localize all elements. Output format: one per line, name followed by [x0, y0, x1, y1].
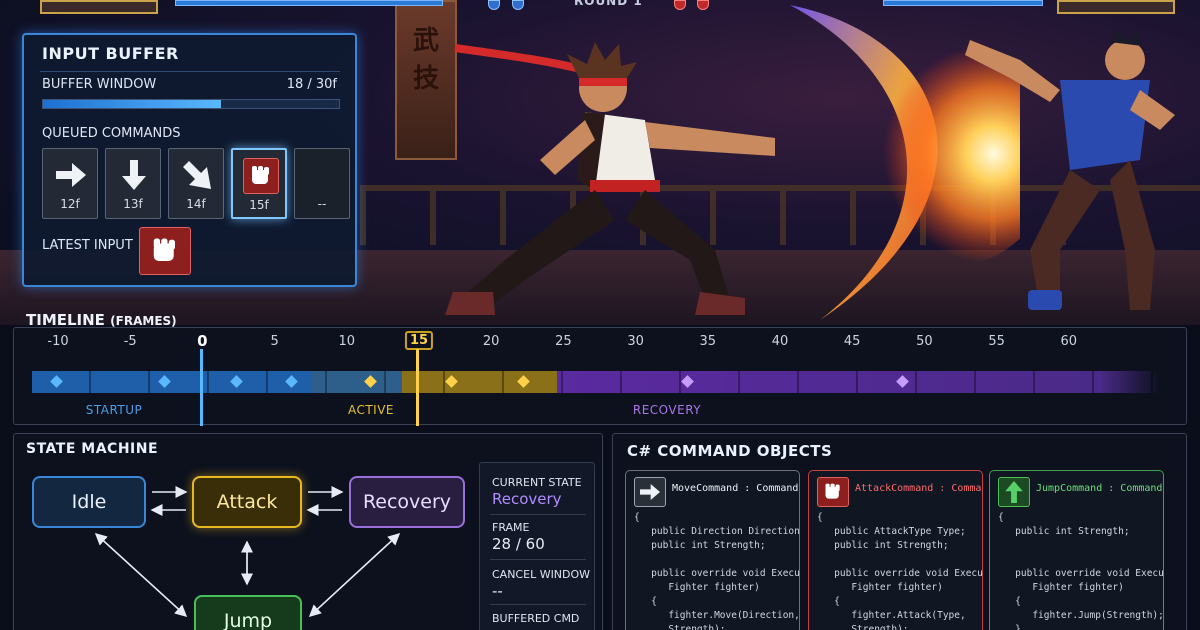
frame-zero-marker: [200, 349, 203, 426]
opponent-round-indicator: [674, 0, 686, 10]
state-info-box: CURRENT STATE Recovery FRAME 28 / 60 CAN…: [479, 462, 595, 630]
latest-input-label: LATEST INPUT: [42, 238, 133, 253]
divider: [490, 604, 586, 605]
timeline-tick: 55: [988, 334, 1005, 349]
command-code: { public int Strength; public override v…: [998, 512, 1164, 630]
queued-command-slot[interactable]: 12f: [42, 148, 98, 219]
current-frame-marker[interactable]: [416, 349, 419, 426]
state-jump[interactable]: Jump: [194, 595, 302, 630]
punch-icon: [817, 477, 849, 507]
state-idle[interactable]: Idle: [32, 476, 146, 528]
phase-label-startup: STARTUP: [85, 403, 143, 417]
divider: [490, 514, 586, 515]
player-fighter: [445, 42, 775, 315]
cancel-window-label: CANCEL WINDOW: [492, 568, 591, 581]
command-frame: 12f: [60, 197, 80, 211]
timeline-tick: -5: [123, 334, 137, 349]
timeline-tick: 60: [1060, 334, 1078, 349]
command-frame: --: [317, 197, 327, 211]
timeline-tick: 35: [699, 334, 717, 349]
punch-icon: [243, 158, 279, 194]
state-attack[interactable]: Attack: [192, 476, 302, 528]
timeline-title: TIMELINE (FRAMES): [26, 311, 177, 329]
buffer-window-fill: [43, 100, 221, 108]
timeline-tick: 5: [270, 334, 279, 349]
frame-label: FRAME: [492, 521, 530, 534]
command-objects-title: C# COMMAND OBJECTS: [627, 442, 833, 460]
timeline-tick: 20: [482, 334, 500, 349]
timeline-tick: 40: [771, 334, 789, 349]
player-round-indicator: [488, 0, 500, 10]
timeline-panel: TIMELINE (FRAMES) -10 -5 0 5 10 15 20 25 30 35 40 4…: [13, 311, 1187, 426]
up-arrow-icon: [998, 477, 1030, 507]
queued-command-slot-empty[interactable]: --: [294, 148, 350, 219]
right-arrow-icon: [53, 157, 89, 193]
current-state-label: CURRENT STATE: [492, 476, 582, 489]
state-recovery[interactable]: Recovery: [349, 476, 465, 528]
phase-label-recovery: RECOVERY: [632, 403, 702, 417]
down-arrow-icon: [116, 157, 152, 193]
cancel-window-value: --: [492, 582, 503, 600]
command-objects-panel: C# COMMAND OBJECTS MoveCommand : Command…: [612, 433, 1187, 630]
command-class-name: MoveCommand : Command: [672, 483, 799, 494]
buffer-window-value: 18 / 30f: [286, 77, 337, 92]
timeline-tick: 10: [338, 334, 356, 349]
punch-icon: [139, 227, 191, 275]
player-portrait: [40, 0, 158, 14]
round-label: ROUND 1: [574, 0, 643, 8]
buffer-window-label: BUFFER WINDOW: [42, 77, 157, 92]
command-class-name: AttackCommand : Command: [855, 483, 982, 494]
timeline-tick: -10: [47, 334, 69, 349]
queued-command-slot[interactable]: 13f: [105, 148, 161, 219]
queued-command-slot[interactable]: 14f: [168, 148, 224, 219]
frame-value: 28 / 60: [492, 535, 545, 553]
timeline-tick: 45: [843, 334, 861, 349]
timeline-tick: 0: [197, 332, 208, 350]
command-class-name: JumpCommand : Command: [1036, 483, 1163, 494]
timeline-tick: 30: [627, 334, 644, 349]
player-round-indicator: [512, 0, 524, 10]
down-right-arrow-icon: [179, 157, 215, 193]
command-frame: 14f: [186, 197, 206, 211]
buffered-cmd-label: BUFFERED CMD: [492, 612, 580, 625]
timeline-tick: 25: [555, 334, 572, 349]
command-code: { public AttackType Type; public int Str…: [817, 512, 983, 630]
jump-command-card[interactable]: JumpCommand : Command { public int Stren…: [989, 470, 1164, 630]
divider: [490, 559, 586, 560]
opponent-portrait: [1057, 0, 1175, 14]
move-command-card[interactable]: MoveCommand : Command { public Direction…: [625, 470, 800, 630]
command-frame: 15f: [249, 198, 269, 212]
opponent-health-bar: [883, 0, 1043, 6]
timeline-tick: 15: [404, 331, 434, 350]
timeline-tick: 50: [916, 334, 933, 349]
command-code: { public Direction Direction; public int…: [634, 512, 800, 630]
queued-command-slot-active[interactable]: 15f: [231, 148, 287, 219]
attack-command-card[interactable]: AttackCommand : Command { public AttackT…: [808, 470, 983, 630]
current-state-value: Recovery: [492, 490, 562, 508]
input-buffer-panel: INPUT BUFFER BUFFER WINDOW 18 / 30f QUEU…: [22, 33, 357, 287]
divider: [40, 71, 340, 72]
command-frame: 13f: [123, 197, 143, 211]
opponent-round-indicator: [697, 0, 709, 10]
state-machine-panel: STATE MACHINE Idle Attack Recovery Jump …: [13, 433, 603, 630]
right-arrow-icon: [634, 477, 666, 507]
buffer-window-bar: [42, 99, 340, 109]
input-buffer-title: INPUT BUFFER: [42, 44, 179, 63]
player-health-bar: [175, 0, 443, 6]
phase-label-active: ACTIVE: [347, 403, 395, 417]
opponent-fighter: [965, 28, 1175, 310]
queued-commands-label: QUEUED COMMANDS: [42, 126, 181, 141]
